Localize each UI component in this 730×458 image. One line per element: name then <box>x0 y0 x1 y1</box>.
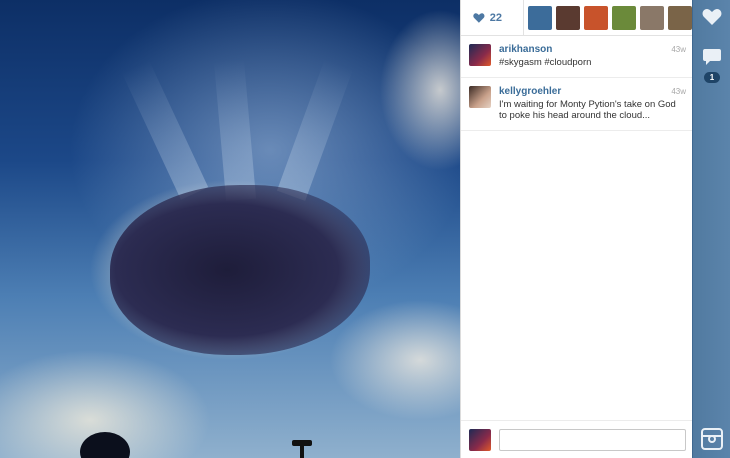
comment-text: I'm waiting for Monty Pytion's take on G… <box>499 98 676 122</box>
avatar[interactable] <box>469 85 491 108</box>
camera-lens <box>708 435 716 443</box>
comment-count-badge: 1 <box>704 72 720 83</box>
comment-item: kellygroehler I'm waiting for Monty Pyti… <box>461 78 692 131</box>
action-sidebar: 1 <box>692 0 730 458</box>
like-count[interactable]: 22 <box>490 12 517 24</box>
sun-ray <box>276 59 354 201</box>
likers-list <box>523 0 692 36</box>
avatar <box>469 428 491 451</box>
liker-avatar[interactable] <box>612 5 636 30</box>
liker-avatar[interactable] <box>668 5 692 30</box>
heart-icon <box>702 9 722 25</box>
comment-input-row <box>461 420 693 458</box>
comment-input[interactable] <box>499 428 686 451</box>
comment-time: 43w <box>671 86 686 96</box>
comment-icon <box>703 49 721 65</box>
dark-cloud <box>110 185 370 355</box>
likes-bar: 22 <box>461 0 692 36</box>
liker-avatar[interactable] <box>556 5 580 30</box>
comments-panel: 22 arikhanson #skygasm #cloudporn 43w ke… <box>460 0 693 458</box>
comment-button[interactable] <box>693 48 730 66</box>
comment-time: 43w <box>671 45 686 54</box>
liker-avatar[interactable] <box>584 5 608 30</box>
liker-avatar[interactable] <box>528 5 552 30</box>
sun-ray <box>121 60 209 200</box>
lamp-post <box>300 444 304 458</box>
comment-username[interactable]: kellygroehler <box>499 86 684 98</box>
avatar[interactable] <box>469 44 491 66</box>
tree-silhouette <box>80 432 130 458</box>
comment-item: arikhanson #skygasm #cloudporn 43w <box>461 36 692 78</box>
sun-ray <box>213 58 257 202</box>
comment-username[interactable]: arikhanson <box>499 44 684 56</box>
liker-avatar[interactable] <box>640 5 664 30</box>
heart-icon[interactable] <box>473 12 485 24</box>
like-button[interactable] <box>693 8 730 26</box>
post-photo[interactable] <box>0 0 460 458</box>
camera-icon[interactable] <box>701 428 723 450</box>
comment-text: #skygasm #cloudporn <box>499 57 592 68</box>
